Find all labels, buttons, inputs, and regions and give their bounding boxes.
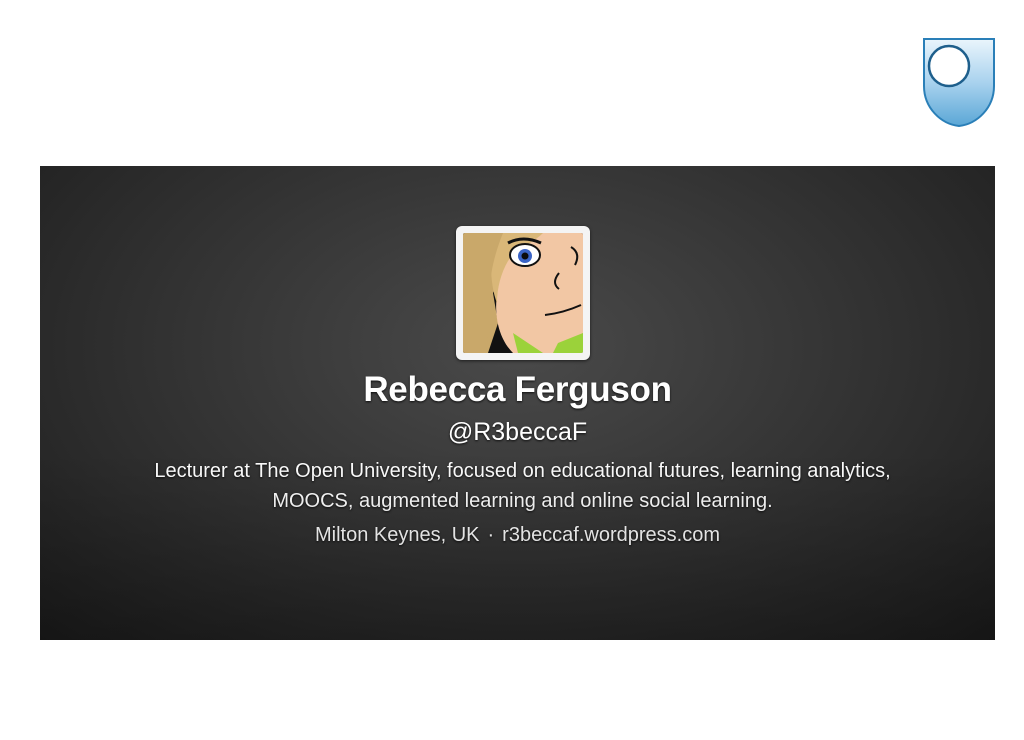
open-university-logo	[921, 36, 997, 128]
avatar[interactable]	[456, 226, 590, 360]
cartoon-avatar-icon	[463, 233, 583, 353]
location-text: Milton Keynes, UK	[314, 524, 480, 546]
profile-bio: Lecturer at The Open University, focused…	[154, 460, 891, 512]
website-link[interactable]: r3beccaf.wordpress.com	[502, 524, 720, 546]
display-name: Rebecca Ferguson	[363, 370, 672, 409]
profile-card: Rebecca Ferguson @R3beccaF Lecturer at T…	[40, 166, 995, 640]
open-university-shield-icon	[923, 38, 995, 128]
separator-dot: ·	[487, 524, 495, 546]
twitter-handle[interactable]: @R3beccaF	[40, 418, 995, 447]
profile-meta: Milton Keynes, UK · r3beccaf.wordpress.com	[40, 524, 995, 547]
